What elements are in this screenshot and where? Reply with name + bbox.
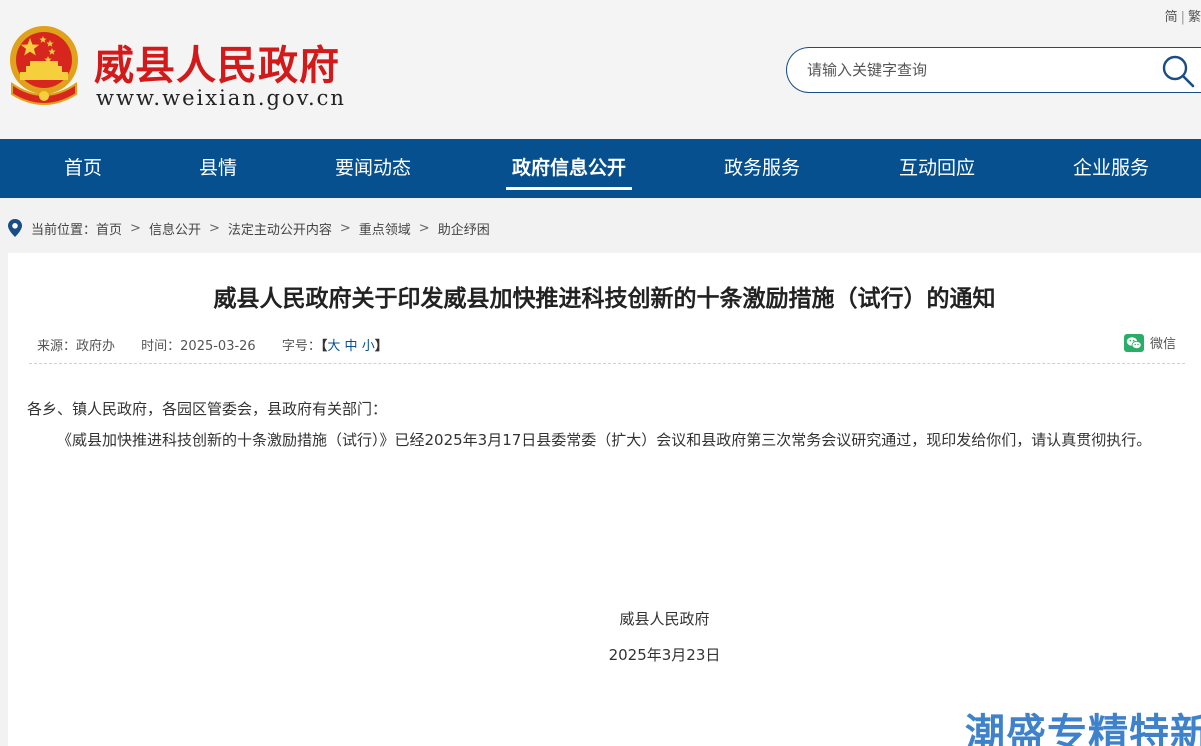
- breadcrumb-prefix: 当前位置：: [31, 222, 97, 238]
- lang-simplified-link[interactable]: 简: [1165, 10, 1178, 25]
- breadcrumb-separator: >: [418, 220, 430, 236]
- nav-item-interaction[interactable]: 互动回应: [895, 139, 979, 198]
- breadcrumb-separator: >: [130, 220, 141, 236]
- nav-item-home[interactable]: 首页: [61, 139, 105, 198]
- watermark-text: 潮盛专精特新: [965, 711, 1201, 746]
- breadcrumb-separator: >: [208, 220, 220, 236]
- article-meta: 来源：政府办 时间：2025-03-26 字号：【大 中 小】: [37, 335, 388, 354]
- breadcrumb-item-info-disclosure[interactable]: 信息公开: [149, 219, 201, 238]
- lang-separator: |: [1180, 10, 1185, 25]
- search-box: [786, 47, 1201, 93]
- search-icon[interactable]: [1161, 54, 1195, 88]
- nav-item-county-info[interactable]: 县情: [197, 139, 239, 198]
- share-label: 微信: [1149, 337, 1176, 352]
- wechat-share-button[interactable]: 微信: [1123, 333, 1176, 352]
- article-source: 来源：政府办: [37, 339, 116, 354]
- article-date: 2025年3月23日: [608, 646, 721, 664]
- nav-item-gov-info-disclosure[interactable]: 政府信息公开: [506, 139, 632, 198]
- national-emblem-icon[interactable]: [6, 24, 82, 110]
- language-switch: 简 | 繁: [1165, 6, 1201, 25]
- site-header: 简 | 繁 威县人民政府 www.weixian.gov.cn: [0, 0, 1201, 139]
- article-body: 各乡、镇人民政府，各园区管委会，县政府有关部门： 《威县加快推进科技创新的十条激…: [27, 394, 1185, 456]
- lang-traditional-link[interactable]: 繁: [1188, 10, 1201, 25]
- article-signature: 威县人民政府: [619, 610, 710, 628]
- font-size-large-button[interactable]: 大: [327, 339, 340, 354]
- main-nav: 首页 县情 要闻动态 政府信息公开 政务服务 互动回应 企业服务: [0, 139, 1201, 198]
- article-card: 威县人民政府关于印发威县加快推进科技创新的十条激励措施（试行）的通知 来源：政府…: [8, 253, 1201, 746]
- site-title[interactable]: 威县人民政府: [94, 33, 340, 91]
- article-salutation: 各乡、镇人民政府，各园区管委会，县政府有关部门：: [27, 400, 388, 418]
- font-size-medium-button[interactable]: 中: [345, 339, 358, 354]
- font-size-label: 字号：: [281, 339, 321, 354]
- breadcrumb-item-home[interactable]: 首页: [96, 219, 122, 238]
- search-input[interactable]: [807, 59, 1147, 81]
- nav-item-enterprise-services[interactable]: 企业服务: [1069, 139, 1153, 198]
- location-pin-icon: [8, 219, 22, 237]
- article-title: 威县人民政府关于印发威县加快推进科技创新的十条激励措施（试行）的通知: [213, 286, 996, 312]
- breadcrumb: 当前位置： 首页 > 信息公开 > 法定主动公开内容 > 重点领域 > 助企纾困: [8, 218, 490, 238]
- site-url: www.weixian.gov.cn: [96, 86, 346, 110]
- meta-divider: [29, 363, 1185, 364]
- breadcrumb-item-statutory-content[interactable]: 法定主动公开内容: [228, 219, 332, 238]
- font-size-bracket-close: 】: [374, 339, 388, 354]
- nav-item-news[interactable]: 要闻动态: [331, 139, 415, 198]
- breadcrumb-item-business-relief[interactable]: 助企纾困: [438, 219, 490, 238]
- nav-item-gov-services[interactable]: 政务服务: [720, 139, 804, 198]
- font-size-small-button[interactable]: 小: [362, 339, 375, 354]
- article-paragraph: 《威县加快推进科技创新的十条激励措施（试行）》已经2025年3月17日县委常委（…: [57, 431, 1152, 449]
- wechat-icon: [1123, 333, 1144, 352]
- breadcrumb-item-key-areas[interactable]: 重点领域: [359, 219, 411, 238]
- article-time: 时间：2025-03-26: [141, 339, 256, 354]
- breadcrumb-separator: >: [339, 220, 351, 236]
